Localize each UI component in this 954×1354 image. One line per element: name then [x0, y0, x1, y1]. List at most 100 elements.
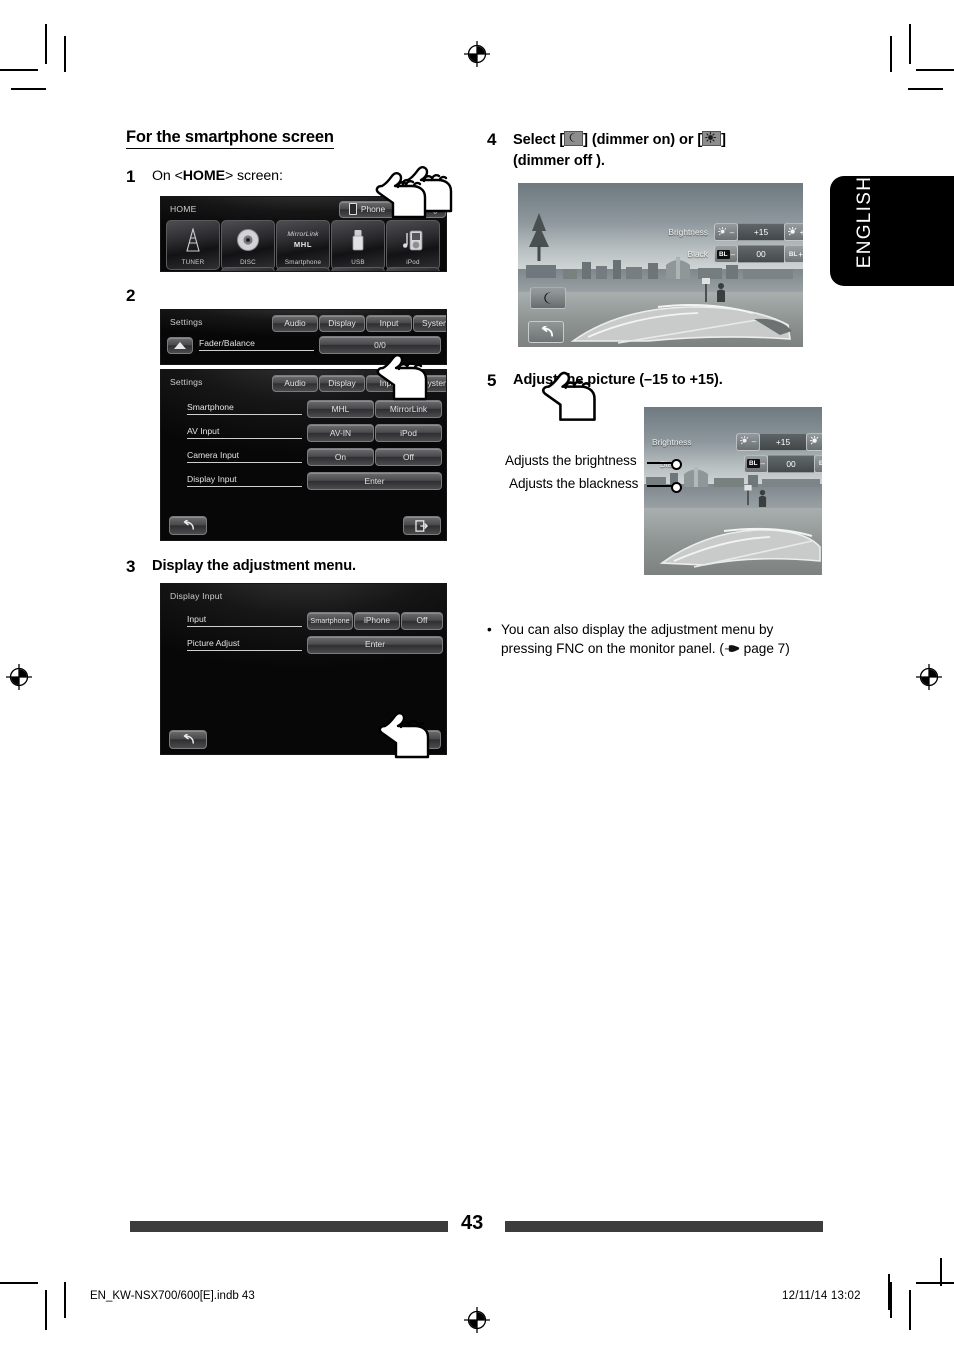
crop-mark-br-v2: [909, 1290, 911, 1330]
display-input-screen: Display Input Input Smartphone iPhone Of…: [160, 582, 447, 755]
tab-input-b[interactable]: Input: [366, 375, 412, 393]
exit-button-display-input[interactable]: [403, 729, 441, 749]
step-3: 3 Display the adjustment menu.: [126, 557, 466, 577]
source-ipod[interactable]: iPod: [386, 219, 440, 270]
back-button-picture-large[interactable]: [528, 321, 564, 344]
black-minus-button[interactable]: BL –: [714, 245, 738, 264]
exit-button-settings-b[interactable]: [403, 516, 441, 536]
crop-mark-tl-h2: [11, 88, 46, 90]
input-off-button[interactable]: Off: [401, 611, 443, 630]
brightness-row-large: Brightness – +15 +: [636, 223, 803, 242]
pointing-hand-icon: [724, 640, 740, 659]
tab-system-a[interactable]: System: [413, 315, 446, 333]
note-bullet: •: [487, 622, 492, 637]
brightness-row-small: Brightness – +15 +: [648, 432, 822, 451]
smartphone-mhl-button[interactable]: MHL: [307, 400, 374, 419]
crop-mark-tr-v: [890, 36, 892, 72]
sun-icon: [809, 436, 818, 445]
callout-blackness-line: [647, 485, 673, 487]
black-value-large: 00: [738, 245, 784, 264]
source-smartphone[interactable]: MirrorLink MHL Smartphone: [276, 219, 330, 270]
input-smartphone-button[interactable]: Smartphone: [307, 611, 353, 630]
brightness-minus-button[interactable]: –: [714, 223, 738, 242]
av-input-ipod-button[interactable]: iPod: [375, 424, 442, 443]
source-row2-d[interactable]: [386, 266, 440, 271]
black-plus-button[interactable]: BL +: [784, 245, 803, 264]
scroll-up-button[interactable]: [167, 337, 193, 355]
camera-input-on-label: On: [334, 451, 347, 462]
tab-display-b[interactable]: Display: [319, 375, 365, 393]
picture-adjust-enter-button[interactable]: Enter: [307, 635, 443, 654]
note-line2-a: pressing FNC on the monitor panel. (: [501, 641, 724, 657]
camera-input-on-button[interactable]: On: [307, 448, 374, 467]
note-block: • You can also display the adjustment me…: [487, 620, 817, 660]
black-plus-button-small[interactable]: BL +: [814, 454, 822, 473]
settings-b-title: Settings: [170, 377, 203, 388]
source-tuner[interactable]: TUNER: [166, 219, 220, 270]
brightness-plus-button[interactable]: +: [784, 223, 803, 242]
photo-person: [717, 283, 725, 303]
phone-button-label: Phone: [360, 203, 386, 214]
source-usb[interactable]: USB: [331, 219, 385, 270]
exit-icon: [415, 733, 429, 745]
source-smartphone-label: Smartphone: [284, 258, 322, 266]
back-arrow-icon: [541, 326, 553, 338]
back-button-settings-b[interactable]: [169, 516, 207, 536]
back-button-display-input[interactable]: [169, 729, 207, 749]
language-tab-label: ENGLISH: [854, 175, 875, 269]
phone-button[interactable]: Phone: [339, 200, 395, 218]
av-input-avin-label: AV-IN: [329, 427, 352, 438]
brightness-minus-sign-small: –: [751, 437, 757, 447]
tab-system-b[interactable]: System: [413, 375, 446, 393]
camera-input-off-button[interactable]: Off: [375, 448, 442, 467]
source-disc[interactable]: DISC: [221, 219, 275, 270]
brightness-plus-button-small[interactable]: +: [806, 432, 822, 451]
brightness-minus-button-small[interactable]: –: [736, 432, 760, 451]
settings-button[interactable]: ⚙ Settings: [396, 200, 446, 218]
photo-post: [702, 278, 710, 303]
input-iphone-button[interactable]: iPhone: [354, 611, 400, 630]
tab-display-a[interactable]: Display: [319, 315, 365, 333]
tab-input-b-label: Input: [379, 378, 399, 389]
picture-adjust-screen-small: Brightness – +15 + Black: [644, 406, 822, 575]
dimmer-toggle-button[interactable]: [530, 287, 566, 310]
tab-display-b-label: Display: [328, 378, 356, 389]
av-input-avin-button[interactable]: AV-IN: [307, 424, 374, 443]
black-minus-button-small[interactable]: BL –: [744, 454, 768, 473]
crop-mark-tl-h: [0, 69, 38, 71]
tab-audio-b[interactable]: Audio: [272, 375, 318, 393]
step-3-number: 3: [126, 557, 136, 577]
tab-system-b-label: System: [422, 378, 446, 389]
bl-icon-light: BL: [788, 250, 798, 258]
step-5: 5 Adjust the picture (–15 to +15).: [487, 371, 827, 391]
fader-balance-value[interactable]: 0/0: [319, 336, 441, 355]
tab-input-a-label: Input: [379, 318, 399, 329]
tab-input-a[interactable]: Input: [366, 315, 412, 333]
tab-audio-b-label: Audio: [284, 378, 306, 389]
brightness-control-large: – +15 +: [714, 223, 803, 242]
brightness-value-large: +15: [738, 223, 784, 242]
source-row2-b[interactable]: [276, 266, 330, 271]
settings-screen-a: Settings Audio Display Input System Fade…: [160, 309, 447, 366]
tab-audio-a[interactable]: Audio: [272, 315, 318, 333]
photo-post-small: [744, 484, 752, 506]
home-screen: HOME Phone ⚙ Settings TUNER DISC MirrorL…: [160, 195, 447, 272]
row-smartphone-label: Smartphone: [187, 402, 302, 416]
step-1-number: 1: [126, 167, 136, 186]
display-input-enter-button[interactable]: Enter: [307, 472, 442, 491]
source-row2-c[interactable]: [331, 266, 385, 271]
source-row2-a[interactable]: [221, 266, 275, 271]
step-4-number: 4: [487, 130, 497, 149]
smartphone-mirrorlink-button[interactable]: MirrorLink: [375, 400, 442, 419]
callout-blackness-dot: [671, 482, 682, 493]
brightness-plus-sign: +: [799, 227, 803, 237]
crop-mark-tl-v: [45, 24, 47, 64]
step-4-title: Select [ ] (dimmer on) or [ ] (dimmer of…: [513, 130, 726, 171]
callout-brightness-line: [647, 462, 673, 464]
page-title: For the smartphone screen: [126, 128, 334, 149]
exit-icon: [415, 519, 429, 532]
note-text: You can also display the adjustment menu…: [501, 620, 790, 660]
sun-icon-inline: [702, 131, 722, 146]
smartphone-mirrorlink-label: MirrorLink: [389, 403, 428, 414]
moon-icon: [544, 292, 551, 305]
